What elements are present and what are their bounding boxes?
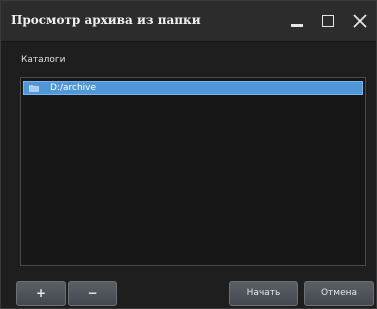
dialog-footer: + − Начать Отмена — [1, 269, 376, 309]
maximize-button[interactable] — [317, 10, 339, 32]
catalogs-label: Каталоги — [21, 55, 66, 65]
window-title: Просмотр архива из папки — [11, 13, 201, 27]
list-item[interactable]: D:/archive — [23, 81, 363, 95]
list-item-label: D:/archive — [50, 83, 97, 93]
close-button[interactable] — [349, 10, 371, 32]
title-bar[interactable]: Просмотр архива из папки — [1, 1, 376, 42]
remove-button[interactable]: − — [68, 281, 117, 306]
archive-folder-dialog: Просмотр архива из папки Каталоги D:/arc… — [0, 0, 377, 309]
catalogs-list[interactable]: D:/archive — [20, 77, 366, 266]
minimize-button[interactable] — [286, 10, 308, 32]
maximize-icon — [322, 15, 334, 27]
cancel-button[interactable]: Отмена — [304, 281, 374, 306]
minimize-icon — [291, 24, 303, 27]
add-button[interactable]: + — [16, 281, 66, 306]
start-button[interactable]: Начать — [229, 281, 298, 306]
folder-icon — [29, 85, 39, 92]
close-icon — [353, 14, 367, 28]
